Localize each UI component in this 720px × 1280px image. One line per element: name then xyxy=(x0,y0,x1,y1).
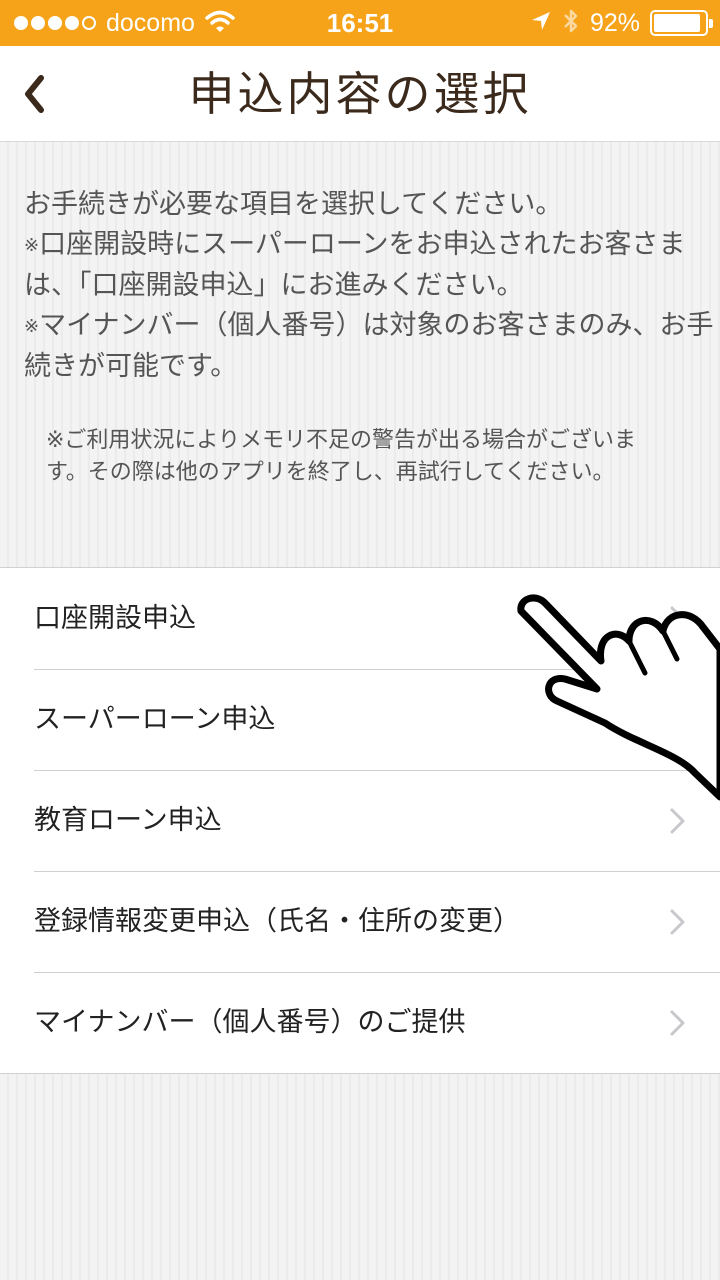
bluetooth-icon xyxy=(562,7,580,40)
chevron-right-icon xyxy=(670,606,685,632)
note-super-loan: ※口座開設時にスーパーローンをお申込されたお客さまは、「口座開設申込」にお進みく… xyxy=(24,225,720,306)
note-mark: ※ xyxy=(24,235,40,256)
wifi-icon xyxy=(205,9,235,38)
note-my-number: ※マイナンバー（個人番号）は対象のお客さまのみ、お手続きが可能です。 xyxy=(24,306,720,387)
signal-dot xyxy=(65,16,79,30)
page-title: 申込内容の選択 xyxy=(188,67,532,121)
signal-dot xyxy=(48,16,62,30)
chevron-right-icon xyxy=(670,808,685,834)
menu-item-registration-change[interactable]: 登録情報変更申込（氏名・住所の変更） xyxy=(0,871,720,972)
note-my-number-text: マイナンバー（個人番号）は対象のお客さまのみ、お手続きが可能です。 xyxy=(24,310,714,382)
note-super-loan-text: 口座開設時にスーパーローンをお申込されたお客さまは、「口座開設申込」にお進みくだ… xyxy=(24,229,686,301)
chevron-right-icon xyxy=(670,707,685,733)
menu-item-label: マイナンバー（個人番号）のご提供 xyxy=(34,1007,466,1038)
signal-dot xyxy=(31,16,45,30)
battery-icon xyxy=(650,10,713,36)
menu-item-label: 教育ローン申込 xyxy=(34,805,222,836)
menu-item-account-opening[interactable]: 口座開設申込 xyxy=(0,568,720,669)
status-bar-left: docomo xyxy=(14,0,235,46)
menu-item-label: 登録情報変更申込（氏名・住所の変更） xyxy=(34,906,520,937)
back-button[interactable] xyxy=(14,64,54,124)
chevron-right-icon xyxy=(670,1010,685,1036)
menu-item-my-number[interactable]: マイナンバー（個人番号）のご提供 xyxy=(0,972,720,1073)
application-menu: 口座開設申込 スーパーローン申込 教育ローン申込 登録情報変更申込（氏名・住所の… xyxy=(0,567,720,1074)
battery-percent: 92% xyxy=(589,8,640,37)
chevron-right-icon xyxy=(670,909,685,935)
menu-item-label: スーパーローン申込 xyxy=(34,704,276,735)
note-mark: ※ xyxy=(24,316,40,337)
menu-item-education-loan[interactable]: 教育ローン申込 xyxy=(0,770,720,871)
battery-level-fill xyxy=(654,14,700,32)
back-chevron-icon xyxy=(25,75,44,113)
menu-item-label: 口座開設申込 xyxy=(34,603,196,634)
navigation-bar: 申込内容の選択 xyxy=(0,46,720,142)
instructions: お手続きが必要な項目を選択してください。 ※口座開設時にスーパーローンをお申込さ… xyxy=(24,185,720,387)
carrier-name: docomo xyxy=(106,8,195,37)
status-bar: docomo 16:51 92% xyxy=(0,0,720,46)
signal-dots-icon xyxy=(14,16,96,30)
menu-item-super-loan[interactable]: スーパーローン申込 xyxy=(0,669,720,770)
status-bar-right: 92% xyxy=(530,0,713,46)
location-arrow-icon xyxy=(530,10,552,37)
instruction-text: お手続きが必要な項目を選択してください。 xyxy=(24,189,563,220)
signal-dot-empty xyxy=(82,16,96,30)
memory-warning-note: ※ご利用状況によりメモリ不足の警告が出る場合がございます。その際は他のアプリを終… xyxy=(46,428,636,485)
signal-dot xyxy=(14,16,28,30)
battery-tip xyxy=(709,19,713,28)
